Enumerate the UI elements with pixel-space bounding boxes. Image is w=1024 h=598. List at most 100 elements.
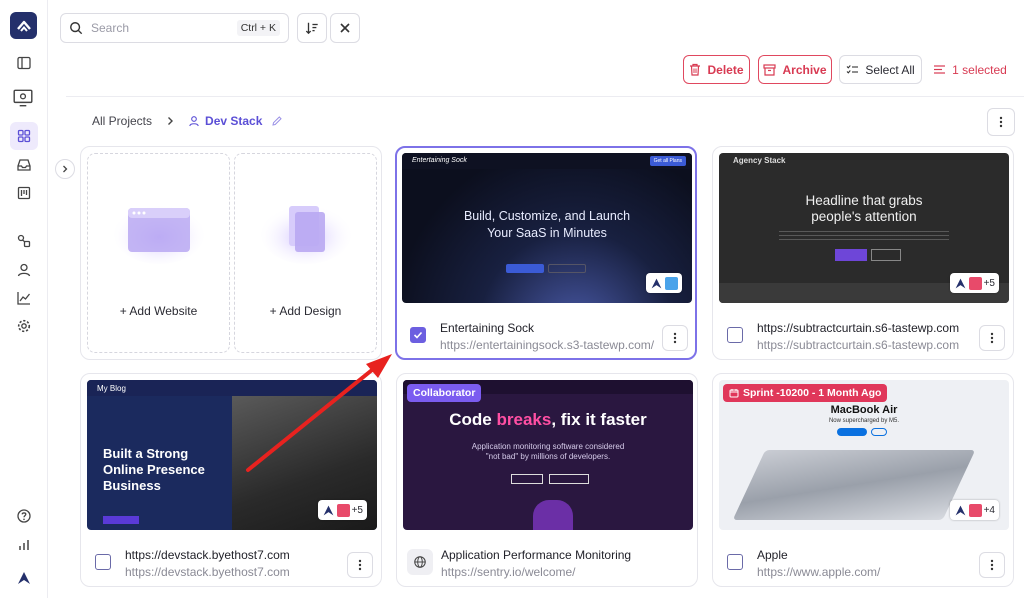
project-url[interactable]: https://devstack.byethost7.com — [125, 565, 290, 579]
globe-icon — [407, 549, 433, 575]
project-checkbox[interactable] — [410, 327, 426, 343]
thumb-cta: Get all Plans — [649, 156, 686, 166]
project-title: https://subtractcurtain.s6-tastewp.com — [757, 321, 960, 335]
project-thumbnail[interactable]: Agency Stack Headline that grabs people'… — [719, 153, 1009, 303]
list-icon — [934, 65, 946, 74]
gear-icon[interactable] — [10, 312, 38, 340]
brand-mark-icon — [955, 505, 965, 515]
collaborators-count: +5 — [351, 504, 363, 516]
project-title: Application Performance Monitoring — [441, 548, 632, 562]
shapes-icon[interactable] — [10, 227, 38, 255]
project-url[interactable]: https://www.apple.com/ — [757, 565, 880, 579]
logo-chevron-icon — [16, 20, 31, 32]
project-thumbnail[interactable]: Code breaks, fix it faster Application m… — [403, 380, 693, 530]
thumb-button — [103, 516, 139, 524]
project-title: https://devstack.byethost7.com — [125, 548, 290, 562]
trash-icon — [690, 63, 701, 76]
grid-icon — [17, 129, 31, 143]
add-design-card[interactable]: + Add Design — [234, 153, 377, 353]
help-icon[interactable] — [10, 502, 38, 530]
page-more-button[interactable] — [987, 108, 1015, 136]
thumb-secondary-button — [548, 264, 586, 273]
close-icon — [340, 23, 350, 33]
analytics-chart-icon[interactable] — [10, 284, 38, 312]
project-checkbox[interactable] — [727, 554, 743, 570]
search-input[interactable]: Search — [91, 21, 237, 35]
thumb-laptop — [732, 450, 976, 520]
thumb-headline: Build, Customize, and Launch Your SaaS i… — [402, 208, 692, 242]
collaborators-count: +4 — [983, 504, 995, 516]
project-url[interactable]: https://subtractcurtain.s6-tastewp.com — [757, 338, 959, 352]
project-thumbnail[interactable]: My Blog Built a Strong Online Presence B… — [87, 380, 377, 530]
project-card[interactable]: Agency Stack Headline that grabs people'… — [712, 146, 1014, 360]
user-icon — [189, 116, 199, 127]
delete-button[interactable]: Delete — [683, 55, 750, 84]
thumb-brand: Entertaining Sock — [412, 157, 467, 164]
select-all-button[interactable]: Select All — [839, 55, 922, 84]
thumb-headline-c: , fix it faster — [551, 410, 647, 429]
board-icon[interactable] — [10, 179, 38, 207]
selected-count-button[interactable]: 1 selected — [930, 55, 1010, 84]
thumb-brand: Agency Stack — [733, 156, 786, 165]
thumb-secondary-button — [871, 249, 901, 261]
sprint-tag-label: Sprint -10200 - 1 Month Ago — [743, 387, 882, 399]
search-box[interactable]: Search Ctrl + K — [60, 13, 289, 43]
select-all-label: Select All — [865, 62, 915, 77]
project-card[interactable]: Code breaks, fix it faster Application m… — [396, 373, 698, 587]
collaborator-tag: Collaborator — [407, 384, 482, 402]
add-website-label: + Add Website — [119, 304, 198, 318]
project-title: Entertaining Sock — [440, 321, 535, 335]
archive-button[interactable]: Archive — [758, 55, 832, 84]
thumb-headline: Code breaks, fix it faster — [403, 410, 693, 430]
computer-settings-icon[interactable] — [8, 84, 38, 112]
sidebar-toggle-icon[interactable] — [10, 49, 38, 77]
project-more-button[interactable] — [662, 325, 688, 351]
stats-bars-icon[interactable] — [10, 531, 38, 559]
thumb-subtext — [779, 231, 949, 241]
project-more-button[interactable] — [347, 552, 373, 578]
thumb-secondary-button — [871, 428, 887, 436]
more-vertical-icon — [990, 559, 994, 571]
header-divider — [66, 96, 1024, 97]
brand-mark-icon[interactable] — [10, 564, 38, 592]
thumb-brand: My Blog — [97, 384, 126, 393]
thumb-mascot — [533, 500, 573, 530]
thumb-primary-button — [835, 249, 867, 261]
avatar — [665, 276, 678, 290]
add-design-label: + Add Design — [269, 304, 342, 318]
project-card[interactable]: My Blog Built a Strong Online Presence B… — [80, 373, 382, 587]
thumb-headline: MacBook Air — [830, 404, 898, 416]
thumb-primary-button — [506, 264, 544, 273]
more-vertical-icon — [990, 332, 994, 344]
add-website-card[interactable]: + Add Website — [87, 153, 230, 353]
sort-icon — [305, 22, 318, 35]
user-icon[interactable] — [10, 256, 38, 284]
project-checkbox[interactable] — [727, 327, 743, 343]
clear-button[interactable] — [330, 13, 360, 43]
add-panel: + Add Website + Add Design — [80, 146, 382, 360]
more-vertical-icon — [673, 332, 677, 344]
project-more-button[interactable] — [979, 325, 1005, 351]
project-more-button[interactable] — [979, 552, 1005, 578]
inbox-icon[interactable] — [10, 151, 38, 179]
project-url[interactable]: https://entertainingsock.s3-tastewp.com/ — [440, 338, 654, 352]
sidebar — [0, 0, 48, 598]
breadcrumb-current[interactable]: Dev Stack — [188, 114, 283, 128]
sidebar-item-projects[interactable] — [10, 122, 38, 150]
project-card[interactable]: Entertaining Sock Get all Plans Build, C… — [395, 146, 697, 360]
project-url[interactable]: https://sentry.io/welcome/ — [441, 565, 576, 579]
breadcrumb-all-projects[interactable]: All Projects — [92, 114, 152, 128]
project-thumbnail[interactable]: MacBook Air Now supercharged by M5. Spri… — [719, 380, 1009, 530]
project-checkbox[interactable] — [95, 554, 111, 570]
archive-label: Archive — [782, 62, 827, 77]
project-card[interactable]: MacBook Air Now supercharged by M5. Spri… — [712, 373, 1014, 587]
expand-panel-button[interactable] — [55, 159, 75, 179]
more-vertical-icon — [999, 116, 1003, 128]
sort-button[interactable] — [297, 13, 327, 43]
project-thumbnail[interactable]: Entertaining Sock Get all Plans Build, C… — [402, 153, 692, 303]
app-logo[interactable] — [10, 12, 37, 39]
edit-pencil-icon[interactable] — [271, 115, 283, 127]
delete-label: Delete — [707, 62, 744, 77]
search-icon — [70, 22, 83, 35]
collaborators-badge: +5 — [949, 273, 999, 293]
